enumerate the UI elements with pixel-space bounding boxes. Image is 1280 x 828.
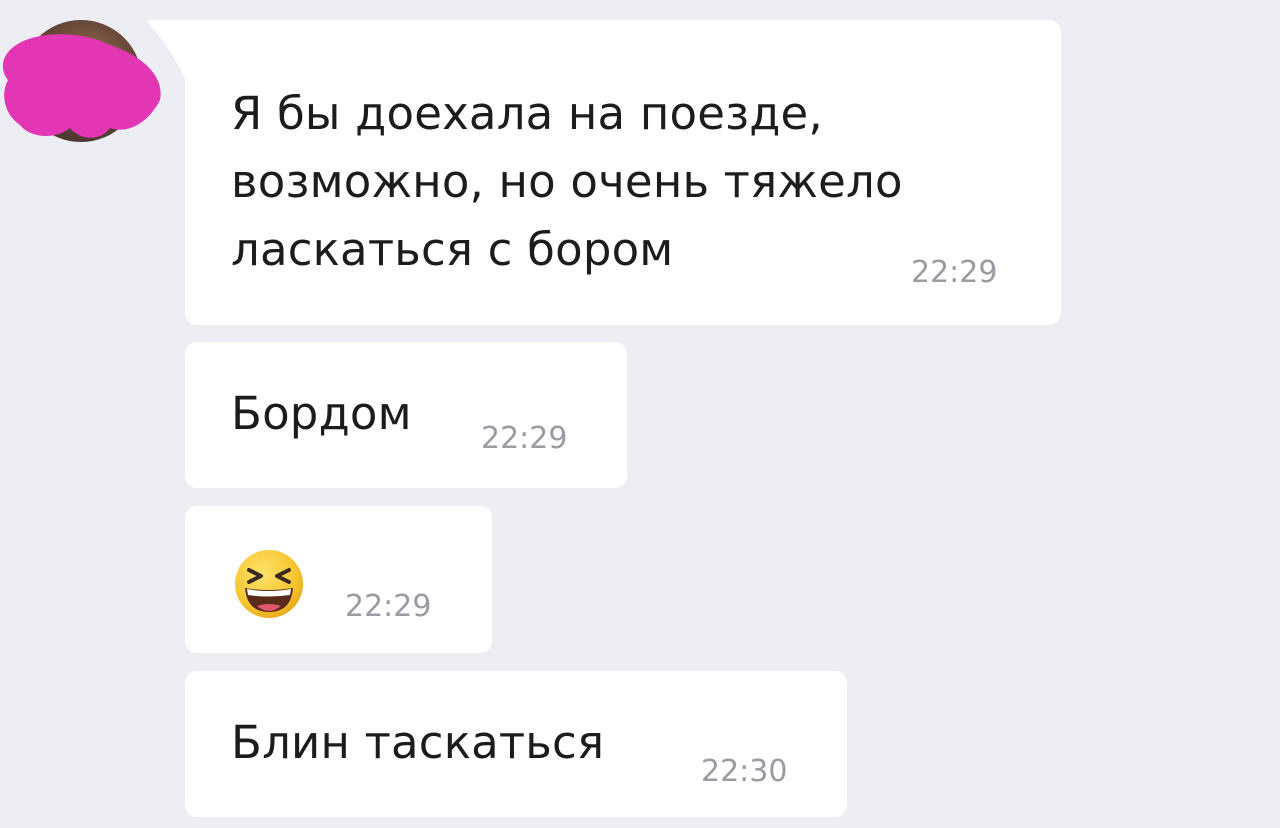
message-text: Блин таскаться	[231, 716, 605, 769]
message-text: Я бы доехала на поезде, возможно, но оче…	[231, 80, 1031, 284]
message-time: 22:30	[701, 754, 788, 789]
message-time: 22:29	[345, 589, 432, 624]
message-text: Бордом	[231, 387, 412, 440]
message-bubble[interactable]: Бордом 22:29	[185, 342, 627, 488]
message-time: 22:29	[911, 255, 998, 290]
message-bubble[interactable]: 22:29	[185, 506, 492, 653]
avatar-redaction-scribble	[2, 34, 161, 138]
message-bubble[interactable]: Я бы доехала на поезде, возможно, но оче…	[185, 20, 1061, 325]
message-line: Я бы доехала на поезде,	[231, 87, 823, 140]
laughing-squinting-face-icon	[235, 550, 303, 618]
message-bubble[interactable]: Блин таскаться 22:30	[185, 671, 847, 817]
message-line: возможно, но очень тяжело	[231, 155, 903, 208]
message-time: 22:29	[481, 421, 568, 456]
